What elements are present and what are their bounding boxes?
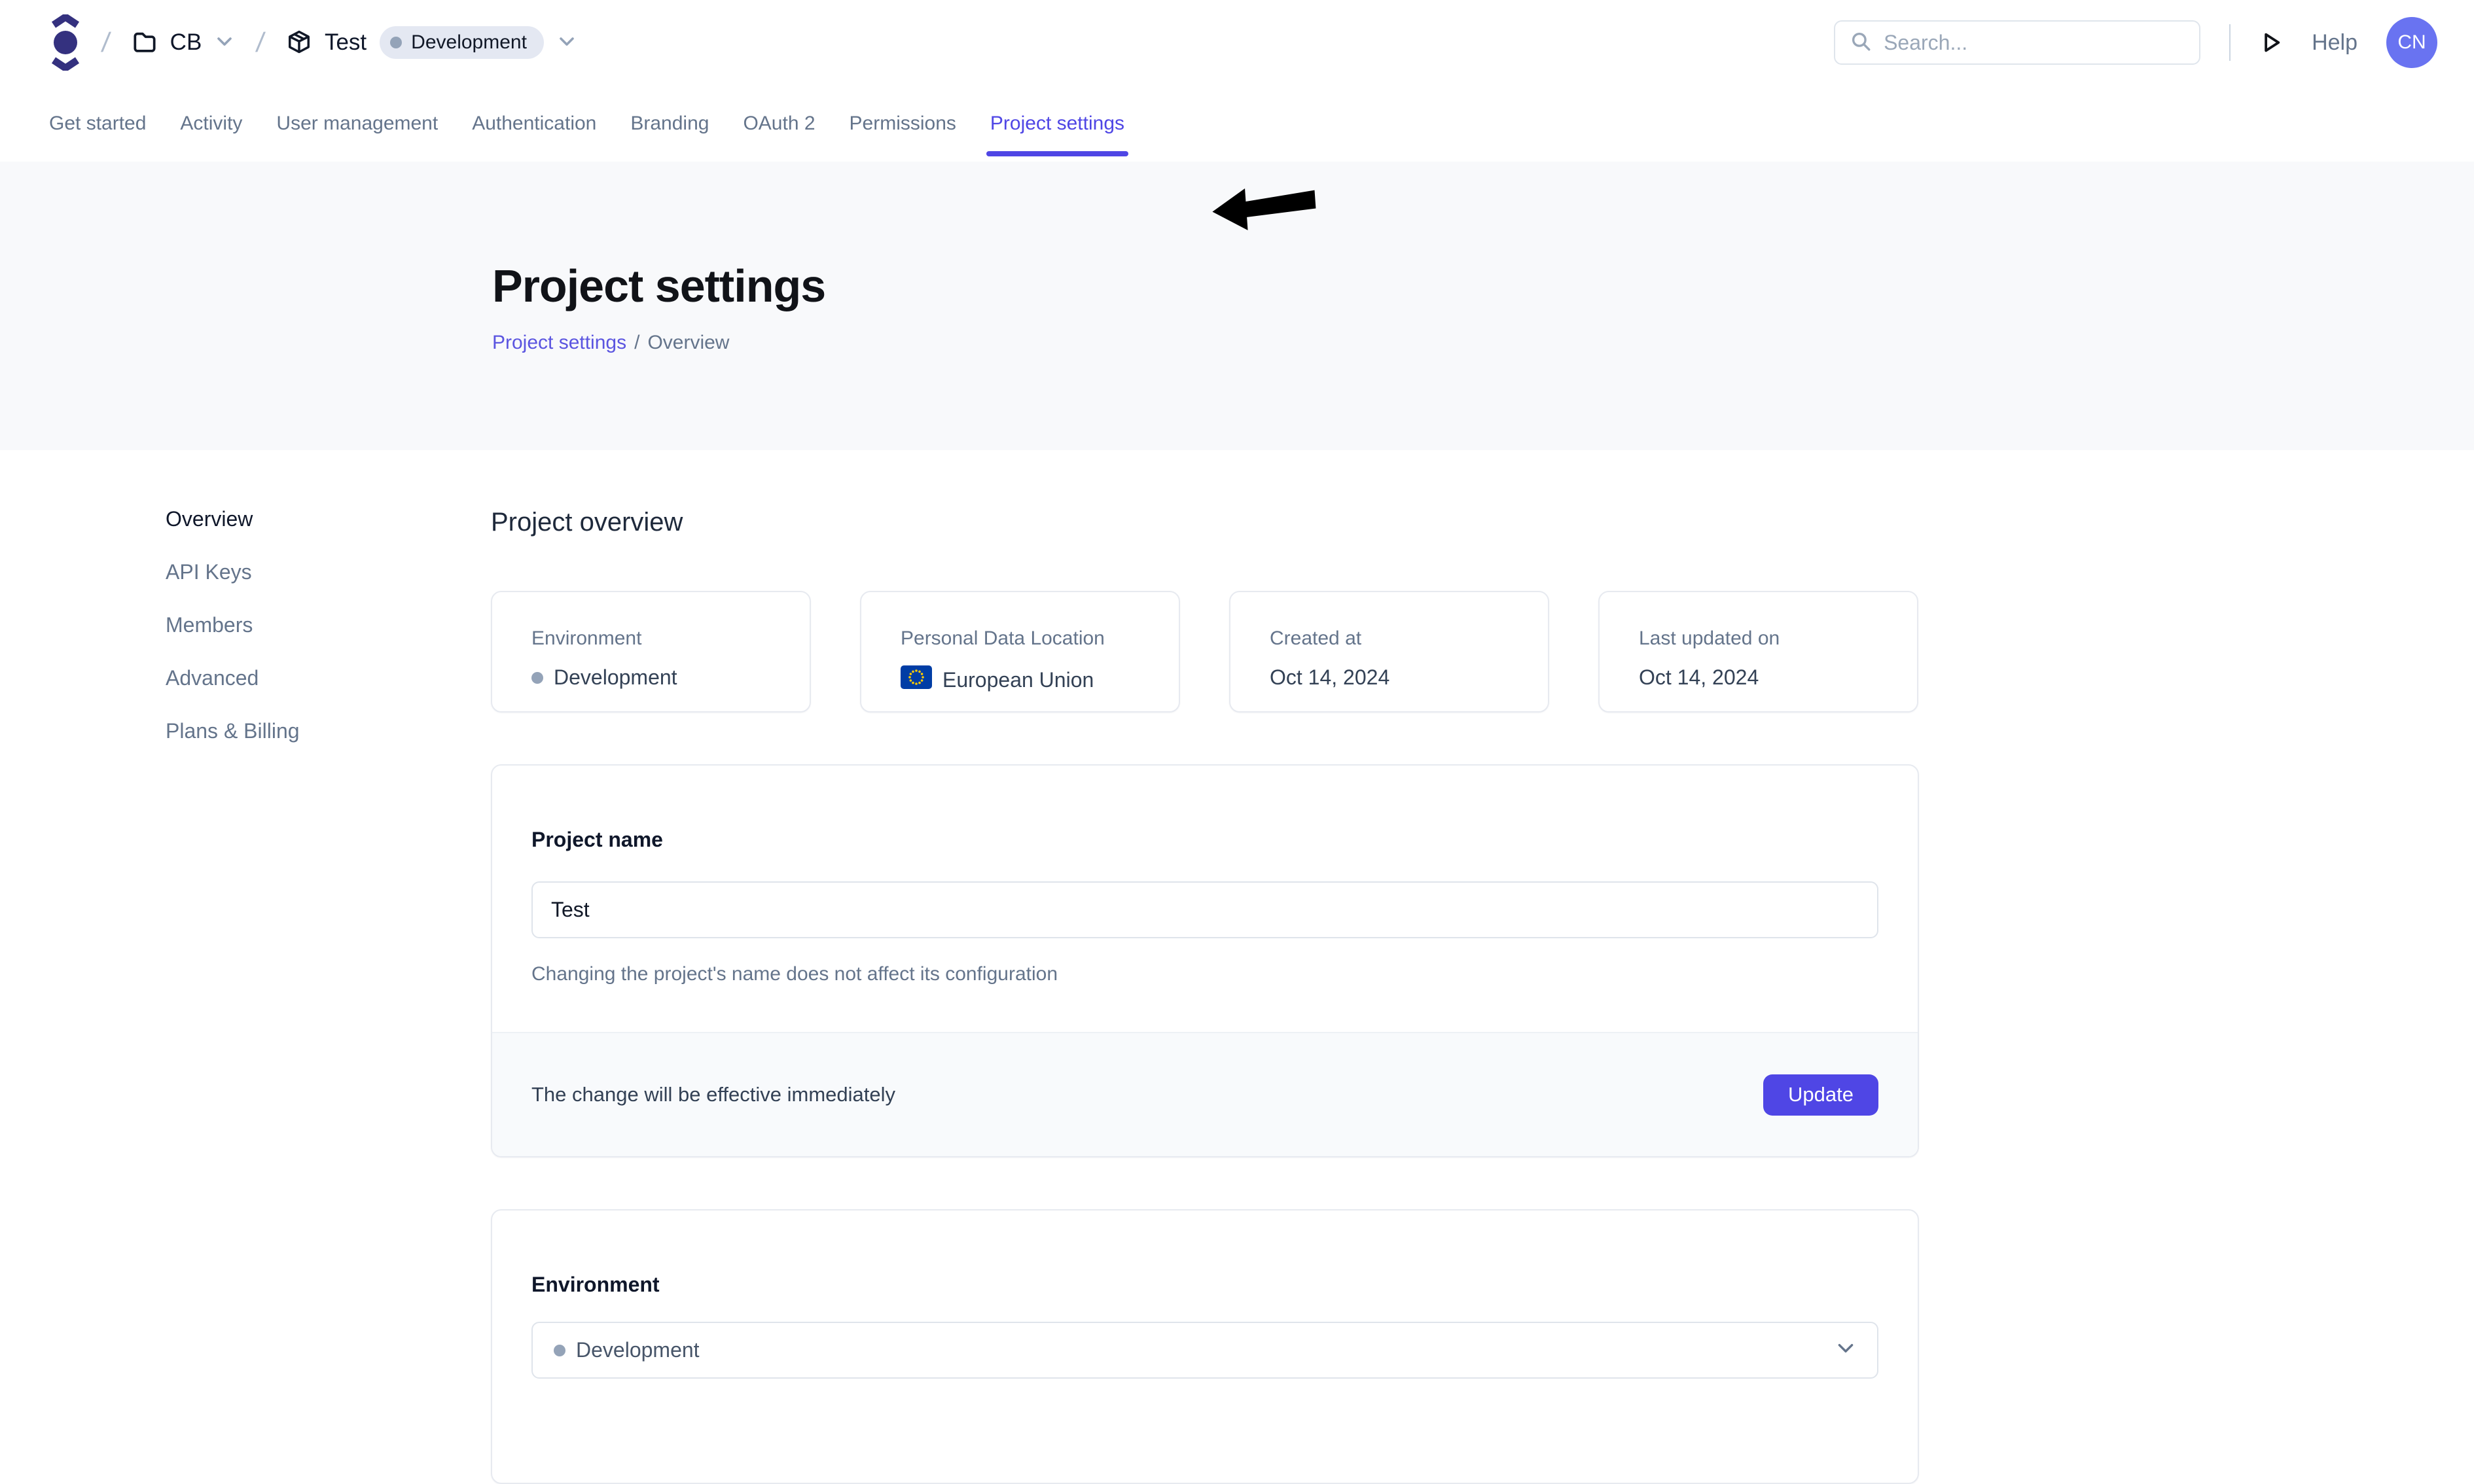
info-card-label: Last updated on bbox=[1639, 627, 1891, 650]
package-icon bbox=[287, 29, 312, 56]
play-icon[interactable] bbox=[2259, 31, 2283, 54]
info-card-data-location: Personal Data Location bbox=[860, 591, 1180, 713]
page-title: Project settings bbox=[492, 260, 2474, 312]
user-avatar[interactable]: CN bbox=[2386, 17, 2437, 68]
project-name-input[interactable] bbox=[531, 881, 1878, 938]
section-title: Project overview bbox=[491, 508, 1919, 537]
info-card-value: European Union bbox=[901, 665, 1153, 694]
info-card-value: Oct 14, 2024 bbox=[1270, 665, 1522, 690]
main-panel: Project overview Environment Development… bbox=[491, 450, 1919, 1484]
info-cards-row: Environment Development Personal Data Lo… bbox=[491, 591, 1919, 713]
sidebar-item-overview[interactable]: Overview bbox=[166, 507, 253, 531]
topbar: / CB / Test Development bbox=[0, 0, 2474, 85]
project-name-card: Project name Changing the project's name… bbox=[491, 764, 1919, 1157]
folder-icon bbox=[132, 31, 157, 55]
environment-select-value: Development bbox=[554, 1338, 700, 1362]
project-switcher[interactable]: Test Development bbox=[287, 26, 577, 59]
info-card-label: Personal Data Location bbox=[901, 627, 1153, 650]
status-dot bbox=[390, 37, 402, 48]
tab-permissions[interactable]: Permissions bbox=[850, 85, 956, 162]
org-name: CB bbox=[170, 29, 202, 56]
info-card-label: Created at bbox=[1270, 627, 1522, 650]
chevron-down-icon bbox=[1835, 1341, 1856, 1359]
info-card-value: Development bbox=[531, 665, 783, 690]
chevron-down-icon bbox=[557, 35, 577, 50]
eu-flag-icon bbox=[901, 665, 932, 694]
breadcrumb-current: Overview bbox=[647, 332, 729, 354]
environment-select-label: Development bbox=[576, 1338, 700, 1362]
project-name-helper: Changing the project's name does not aff… bbox=[531, 963, 1878, 1032]
project-name: Test bbox=[325, 29, 367, 56]
tab-oauth2[interactable]: OAuth 2 bbox=[743, 85, 815, 162]
chevron-down-icon bbox=[215, 35, 234, 50]
content-area: Overview API Keys Members Advanced Plans… bbox=[0, 450, 2474, 1484]
project-name-label: Project name bbox=[531, 828, 1878, 852]
created-at-value: Oct 14, 2024 bbox=[1270, 665, 1389, 690]
topbar-divider bbox=[2229, 24, 2231, 61]
search-icon bbox=[1850, 30, 1872, 56]
environment-select[interactable]: Development bbox=[531, 1322, 1878, 1379]
project-name-card-footer: The change will be effective immediately… bbox=[492, 1032, 1918, 1156]
app-logo-icon[interactable] bbox=[51, 14, 80, 71]
environment-card-body: Environment Development bbox=[492, 1210, 1918, 1379]
tab-user-management[interactable]: User management bbox=[276, 85, 438, 162]
environment-label: Environment bbox=[531, 1273, 1878, 1297]
sidebar-item-api-keys[interactable]: API Keys bbox=[166, 560, 252, 584]
breadcrumb-slash: / bbox=[100, 27, 112, 58]
topbar-actions: Help CN bbox=[1834, 17, 2437, 68]
tab-activity[interactable]: Activity bbox=[180, 85, 242, 162]
settings-sidebar: Overview API Keys Members Advanced Plans… bbox=[166, 450, 491, 1484]
info-card-last-updated: Last updated on Oct 14, 2024 bbox=[1598, 591, 1918, 713]
breadcrumb-slash: / bbox=[255, 27, 266, 58]
project-name-card-body: Project name Changing the project's name… bbox=[492, 766, 1918, 1032]
page-header: Project settings Project settings / Over… bbox=[0, 162, 2474, 450]
help-link[interactable]: Help bbox=[2312, 30, 2357, 56]
tab-project-settings[interactable]: Project settings bbox=[990, 85, 1124, 162]
info-card-created-at: Created at Oct 14, 2024 bbox=[1229, 591, 1549, 713]
search-box[interactable] bbox=[1834, 20, 2200, 65]
breadcrumb: Project settings / Overview bbox=[492, 332, 2474, 354]
topbar-breadcrumb: / CB / Test Development bbox=[51, 14, 577, 71]
status-dot bbox=[554, 1345, 565, 1356]
sidebar-item-plans-billing[interactable]: Plans & Billing bbox=[166, 719, 300, 743]
info-card-environment: Environment Development bbox=[491, 591, 811, 713]
environment-card: Environment Development bbox=[491, 1209, 1919, 1484]
org-switcher[interactable]: CB bbox=[132, 29, 235, 56]
environment-value: Development bbox=[554, 665, 677, 690]
environment-badge-label: Development bbox=[411, 31, 527, 54]
tab-get-started[interactable]: Get started bbox=[49, 85, 146, 162]
tab-authentication[interactable]: Authentication bbox=[472, 85, 596, 162]
status-dot bbox=[531, 672, 543, 684]
sidebar-item-members[interactable]: Members bbox=[166, 613, 253, 637]
last-updated-value: Oct 14, 2024 bbox=[1639, 665, 1759, 690]
data-location-value: European Union bbox=[942, 668, 1094, 692]
breadcrumb-link-project-settings[interactable]: Project settings bbox=[492, 332, 626, 354]
breadcrumb-separator: / bbox=[634, 332, 639, 354]
footer-note: The change will be effective immediately bbox=[531, 1083, 895, 1106]
sidebar-item-advanced[interactable]: Advanced bbox=[166, 666, 259, 690]
info-card-value: Oct 14, 2024 bbox=[1639, 665, 1891, 690]
update-button[interactable]: Update bbox=[1763, 1074, 1878, 1116]
search-input[interactable] bbox=[1884, 31, 2185, 55]
main-nav-tabs: Get started Activity User management Aut… bbox=[0, 85, 2474, 162]
environment-badge: Development bbox=[380, 26, 544, 59]
info-card-label: Environment bbox=[531, 627, 783, 650]
tab-branding[interactable]: Branding bbox=[630, 85, 709, 162]
